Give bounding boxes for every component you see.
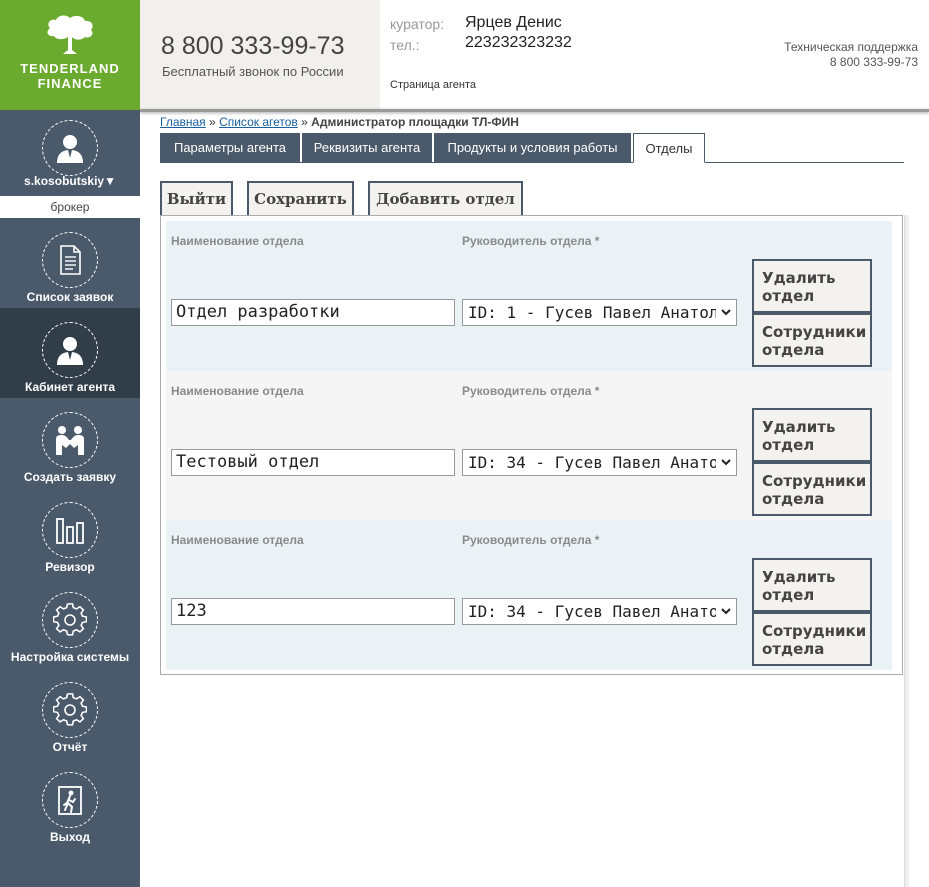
hotline-box: 8 800 333-99-73 Бесплатный звонок по Рос…: [140, 0, 380, 110]
sidebar-item-system-settings[interactable]: Настройка системы: [0, 578, 140, 668]
support-phone: 8 800 333-99-73: [829, 55, 918, 69]
department-head-header: Руководитель отдела *: [462, 234, 600, 248]
department-name-header: Наименование отдела: [171, 533, 304, 547]
save-button[interactable]: Сохранить: [247, 181, 354, 215]
delete-department-button[interactable]: Удалить отдел: [752, 259, 872, 313]
scrollbar-track[interactable]: [904, 215, 909, 887]
tel-value: 223232323232: [465, 34, 572, 51]
support-title: Техническая поддержка: [784, 40, 918, 54]
department-head-select[interactable]: ID: 34 - Гусев Павел Анатольевич: [462, 598, 737, 625]
support-info: Техническая поддержка 8 800 333-99-73: [784, 40, 918, 70]
department-row: Наименование отдела Руководитель отдела …: [166, 520, 892, 670]
department-name-input[interactable]: Тестовый отдел: [171, 449, 455, 476]
tab-agent-parameters[interactable]: Параметры агента: [160, 133, 300, 162]
sidebar-item-logout[interactable]: Выход: [0, 758, 140, 848]
tab-products-terms[interactable]: Продукты и условия работы: [434, 133, 631, 162]
tel-label: тел.:: [390, 37, 420, 53]
tree-logo-icon: [47, 15, 93, 54]
user-block: s.kosobutskiy▼ брокер: [0, 110, 140, 218]
breadcrumb-agents-link[interactable]: Список агетов: [219, 115, 298, 129]
department-staff-button[interactable]: Сотрудники отдела: [752, 313, 872, 367]
sidebar-item-create-application[interactable]: Создать заявку: [0, 398, 140, 488]
chevron-down-icon: [721, 459, 731, 466]
sidebar-item-label: Настройка системы: [10, 650, 130, 664]
sidebar-item-label: Список заявок: [26, 290, 114, 304]
handshake-icon: [42, 412, 98, 468]
breadcrumb: Главная » Список агетов » Администратор …: [160, 115, 519, 129]
logo-line-1: TENDERLAND: [20, 61, 120, 76]
sidebar-item-report[interactable]: Отчёт: [0, 668, 140, 758]
sidebar-item-label: Отчёт: [52, 740, 88, 754]
sidebar-item-label: Ревизор: [45, 560, 95, 574]
department-head-header: Руководитель отдела *: [462, 533, 600, 547]
department-staff-button[interactable]: Сотрудники отдела: [752, 462, 872, 516]
department-head-value: ID: 34 - Гусев Павел Анатольевич: [468, 602, 716, 621]
department-name-input[interactable]: 123: [171, 598, 455, 625]
page-kind: Страница агента: [390, 79, 477, 91]
exit-button[interactable]: Выйти: [160, 181, 233, 215]
sidebar-item-label: Выход: [49, 830, 91, 844]
add-department-button[interactable]: Добавить отдел: [368, 181, 523, 215]
department-name-input[interactable]: Отдел разработки: [171, 299, 455, 326]
exit-icon: [42, 772, 98, 828]
breadcrumb-separator: »: [209, 115, 216, 129]
header-divider: [140, 109, 929, 112]
delete-department-button[interactable]: Удалить отдел: [752, 558, 872, 612]
gear-icon: [42, 682, 98, 738]
department-staff-button[interactable]: Сотрудники отдела: [752, 612, 872, 666]
sidebar-item-label: Кабинет агента: [24, 380, 116, 394]
breadcrumb-current: Администратор площадки ТЛ-ФИН: [311, 115, 519, 129]
tab-departments[interactable]: Отделы: [633, 133, 705, 163]
breadcrumb-separator: »: [301, 115, 308, 129]
hotline-caption: Бесплатный звонок по России: [162, 64, 344, 79]
department-row: Наименование отдела Руководитель отдела …: [166, 371, 892, 521]
hotline-phone: 8 800 333-99-73: [161, 32, 345, 60]
department-head-select[interactable]: ID: 1 - Гусев Павел Анатольевич: [462, 299, 737, 326]
department-head-value: ID: 34 - Гусев Павел Анатольевич: [468, 453, 716, 472]
tab-agent-details[interactable]: Реквизиты агента: [302, 133, 432, 162]
user-menu-toggle[interactable]: s.kosobutskiy▼: [0, 174, 140, 188]
sidebar-item-agent-cabinet[interactable]: Кабинет агента: [0, 308, 140, 398]
department-row: Наименование отдела Руководитель отдела …: [166, 221, 892, 371]
department-head-select[interactable]: ID: 34 - Гусев Павел Анатольевич: [462, 449, 737, 476]
logo[interactable]: TENDERLAND FINANCE: [0, 0, 140, 110]
breadcrumb-home-link[interactable]: Главная: [160, 115, 206, 129]
chevron-down-icon: [721, 608, 731, 615]
department-name-header: Наименование отдела: [171, 234, 304, 248]
tab-bar: Параметры агента Реквизиты агента Продук…: [160, 133, 904, 163]
user-icon: [42, 322, 98, 378]
document-icon: [42, 232, 98, 288]
sidebar: s.kosobutskiy▼ брокер Список заявок Каби…: [0, 110, 140, 887]
curator-name: Ярцев Денис: [465, 14, 562, 31]
department-head-header: Руководитель отдела *: [462, 384, 600, 398]
header: TENDERLAND FINANCE 8 800 333-99-73 Беспл…: [0, 0, 929, 112]
curator-label: куратор:: [390, 16, 445, 32]
delete-department-button[interactable]: Удалить отдел: [752, 408, 872, 462]
logo-line-2: FINANCE: [37, 76, 103, 91]
gear-icon: [42, 592, 98, 648]
user-avatar-icon: [42, 120, 98, 176]
user-role: брокер: [0, 196, 140, 218]
department-head-value: ID: 1 - Гусев Павел Анатольевич: [468, 303, 716, 322]
department-name-header: Наименование отдела: [171, 384, 304, 398]
chevron-down-icon: [721, 309, 731, 316]
sidebar-item-revizor[interactable]: Ревизор: [0, 488, 140, 578]
bar-chart-icon: [42, 502, 98, 558]
sidebar-item-applications[interactable]: Список заявок: [0, 218, 140, 308]
sidebar-item-label: Создать заявку: [23, 470, 117, 484]
